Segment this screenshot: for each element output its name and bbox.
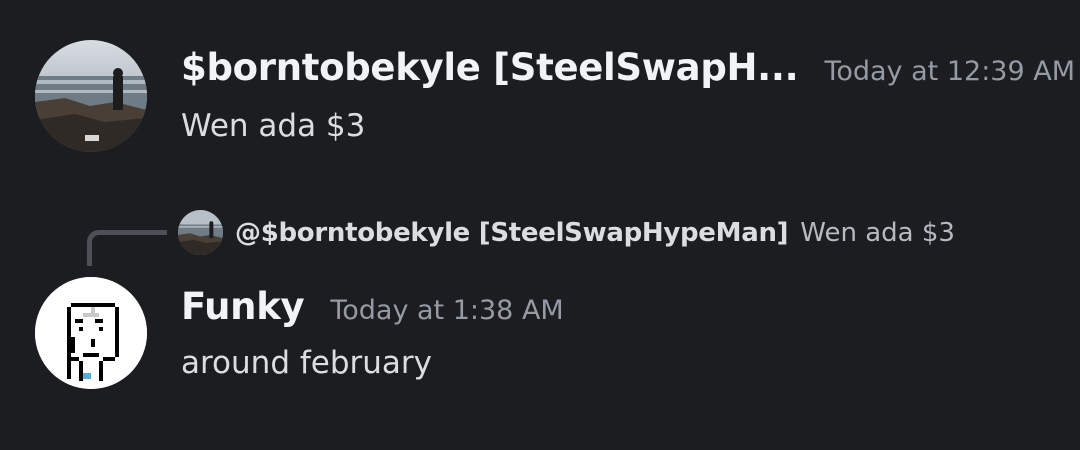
seaside-photo-avatar [178,210,223,255]
reply-spine [87,230,167,266]
reply-author[interactable]: @$borntobekyle [SteelSwapHypeMan] [235,218,789,248]
pixel-punk-avatar [35,277,147,389]
user-avatar[interactable] [35,277,147,389]
reply-preview[interactable]: @$borntobekyle [SteelSwapHypeMan] Wen ad… [178,210,955,255]
reply-avatar[interactable] [178,210,223,255]
chat-message-list: $borntobekyle [SteelSwapH... Today at 12… [0,0,1080,450]
message-header: Funky Today at 1:38 AM [181,285,564,328]
message-author[interactable]: $borntobekyle [SteelSwapH... [181,46,799,89]
message-timestamp[interactable]: Today at 12:39 AM [824,56,1075,87]
reply-content[interactable]: Wen ada $3 [800,218,955,248]
user-avatar[interactable] [35,40,147,152]
message-author[interactable]: Funky [181,285,305,328]
seaside-photo-avatar [35,40,147,152]
message-content: Wen ada $3 [181,108,366,144]
message-timestamp[interactable]: Today at 1:38 AM [330,295,563,326]
message-content: around february [181,345,432,381]
message-header: $borntobekyle [SteelSwapH... Today at 12… [181,46,1075,89]
